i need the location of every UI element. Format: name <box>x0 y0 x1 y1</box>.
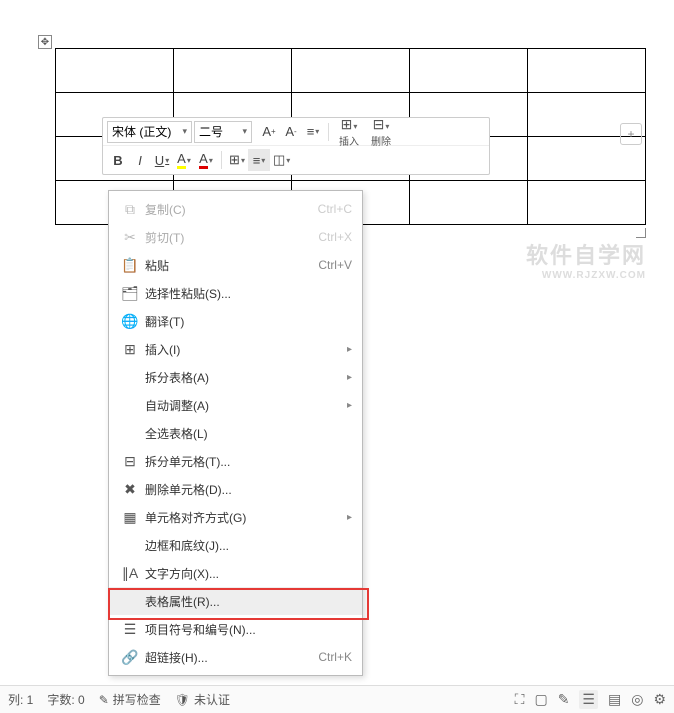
delete-cell-icon: ✖ <box>119 481 141 498</box>
paste-special-icon: 🗂 <box>119 285 141 302</box>
view-page-icon[interactable]: ☰ <box>579 690 598 709</box>
menu-cell-alignment[interactable]: ▦ 单元格对齐方式(G) ▸ <box>109 503 362 531</box>
status-bar: 列: 1 字数: 0 ✎拼写检查 🛡未认证 ⛶ ▢ ✎ ☰ ▤ ◎ ⚙ <box>0 685 674 713</box>
borders-button[interactable]: ⊞▾ <box>226 149 248 171</box>
context-menu: ⧉ 复制(C) Ctrl+C ✂ 剪切(T) Ctrl+X 📋 粘贴 Ctrl+… <box>108 190 363 676</box>
copy-icon: ⧉ <box>119 201 141 218</box>
view-print-icon[interactable]: ▢ <box>534 691 547 708</box>
chevron-right-icon: ▸ <box>347 400 352 411</box>
menu-text-direction[interactable]: ∥A 文字方向(X)... <box>109 559 362 587</box>
menu-split-table[interactable]: 拆分表格(A) ▸ <box>109 363 362 391</box>
menu-paste-special[interactable]: 🗂 选择性粘贴(S)... <box>109 279 362 307</box>
status-word-count: 字数: 0 <box>47 691 84 708</box>
menu-copy: ⧉ 复制(C) Ctrl+C <box>109 195 362 223</box>
link-icon: 🔗 <box>119 649 141 666</box>
view-web-icon[interactable]: ▤ <box>608 691 621 708</box>
menu-select-all-table[interactable]: 全选表格(L) <box>109 419 362 447</box>
menu-table-properties[interactable]: 表格属性(R)... <box>109 587 362 615</box>
chevron-right-icon: ▸ <box>347 512 352 523</box>
menu-auto-fit[interactable]: 自动调整(A) ▸ <box>109 391 362 419</box>
add-column-button[interactable]: + <box>620 123 642 145</box>
translate-icon: 🌐 <box>119 313 141 330</box>
list-icon: ☰ <box>119 621 141 638</box>
font-color-button[interactable]: A▾ <box>195 149 217 171</box>
menu-insert[interactable]: ⊞ 插入(I) ▸ <box>109 335 362 363</box>
insert-icon: ⊞ <box>119 341 141 358</box>
menu-borders-shading[interactable]: 边框和底纹(J)... <box>109 531 362 559</box>
increase-font-button[interactable]: A+ <box>258 121 280 143</box>
italic-button[interactable]: I <box>129 149 151 171</box>
underline-button[interactable]: U▾ <box>151 149 173 171</box>
menu-cut: ✂ 剪切(T) Ctrl+X <box>109 223 362 251</box>
align-button[interactable]: ≡▾ <box>248 149 270 171</box>
chevron-right-icon: ▸ <box>347 344 352 355</box>
menu-bullets-numbering[interactable]: ☰ 项目符号和编号(N)... <box>109 615 362 643</box>
shield-icon: 🛡 <box>175 693 190 707</box>
highlight-button[interactable]: A▾ <box>173 149 195 171</box>
delete-table-button[interactable]: ⊟▾ 删除 <box>365 116 397 148</box>
chevron-right-icon: ▸ <box>347 372 352 383</box>
paste-icon: 📋 <box>119 257 141 274</box>
fullscreen-icon[interactable]: ⛶ <box>515 691 525 708</box>
bold-button[interactable]: B <box>107 149 129 171</box>
mini-toolbar: 宋体 (正文)▾ 二号▾ A+ A- ≡▾ ⊞▾ 插入 ⊟▾ 删除 B I U▾… <box>102 117 490 175</box>
shading-button[interactable]: ◫▾ <box>270 149 293 171</box>
menu-translate[interactable]: 🌐 翻译(T) <box>109 307 362 335</box>
menu-split-cell[interactable]: ⊟ 拆分单元格(T)... <box>109 447 362 475</box>
cut-icon: ✂ <box>119 229 141 246</box>
table-resize-handle[interactable] <box>636 228 646 238</box>
menu-delete-cell[interactable]: ✖ 删除单元格(D)... <box>109 475 362 503</box>
table-move-handle[interactable]: ✥ <box>38 35 52 49</box>
decrease-font-button[interactable]: A- <box>280 121 302 143</box>
split-cell-icon: ⊟ <box>119 453 141 470</box>
font-size-select[interactable]: 二号▾ <box>194 121 252 143</box>
edit-icon[interactable]: ✎ <box>558 691 570 708</box>
status-spell-check[interactable]: ✎拼写检查 <box>99 691 161 708</box>
watermark: 软件自学网 WWW.RJZXW.COM <box>526 238 646 281</box>
settings-icon[interactable]: ⚙ <box>653 691 666 708</box>
status-column: 列: 1 <box>8 691 33 708</box>
line-spacing-button[interactable]: ≡▾ <box>302 121 324 143</box>
text-direction-icon: ∥A <box>119 565 141 582</box>
alignment-icon: ▦ <box>119 509 141 526</box>
view-outline-icon[interactable]: ◎ <box>631 691 643 708</box>
menu-paste[interactable]: 📋 粘贴 Ctrl+V <box>109 251 362 279</box>
status-verification[interactable]: 🛡未认证 <box>175 691 230 708</box>
font-name-select[interactable]: 宋体 (正文)▾ <box>107 121 192 143</box>
spellcheck-icon: ✎ <box>99 693 109 707</box>
menu-hyperlink[interactable]: 🔗 超链接(H)... Ctrl+K <box>109 643 362 671</box>
insert-table-button[interactable]: ⊞▾ 插入 <box>333 116 365 148</box>
